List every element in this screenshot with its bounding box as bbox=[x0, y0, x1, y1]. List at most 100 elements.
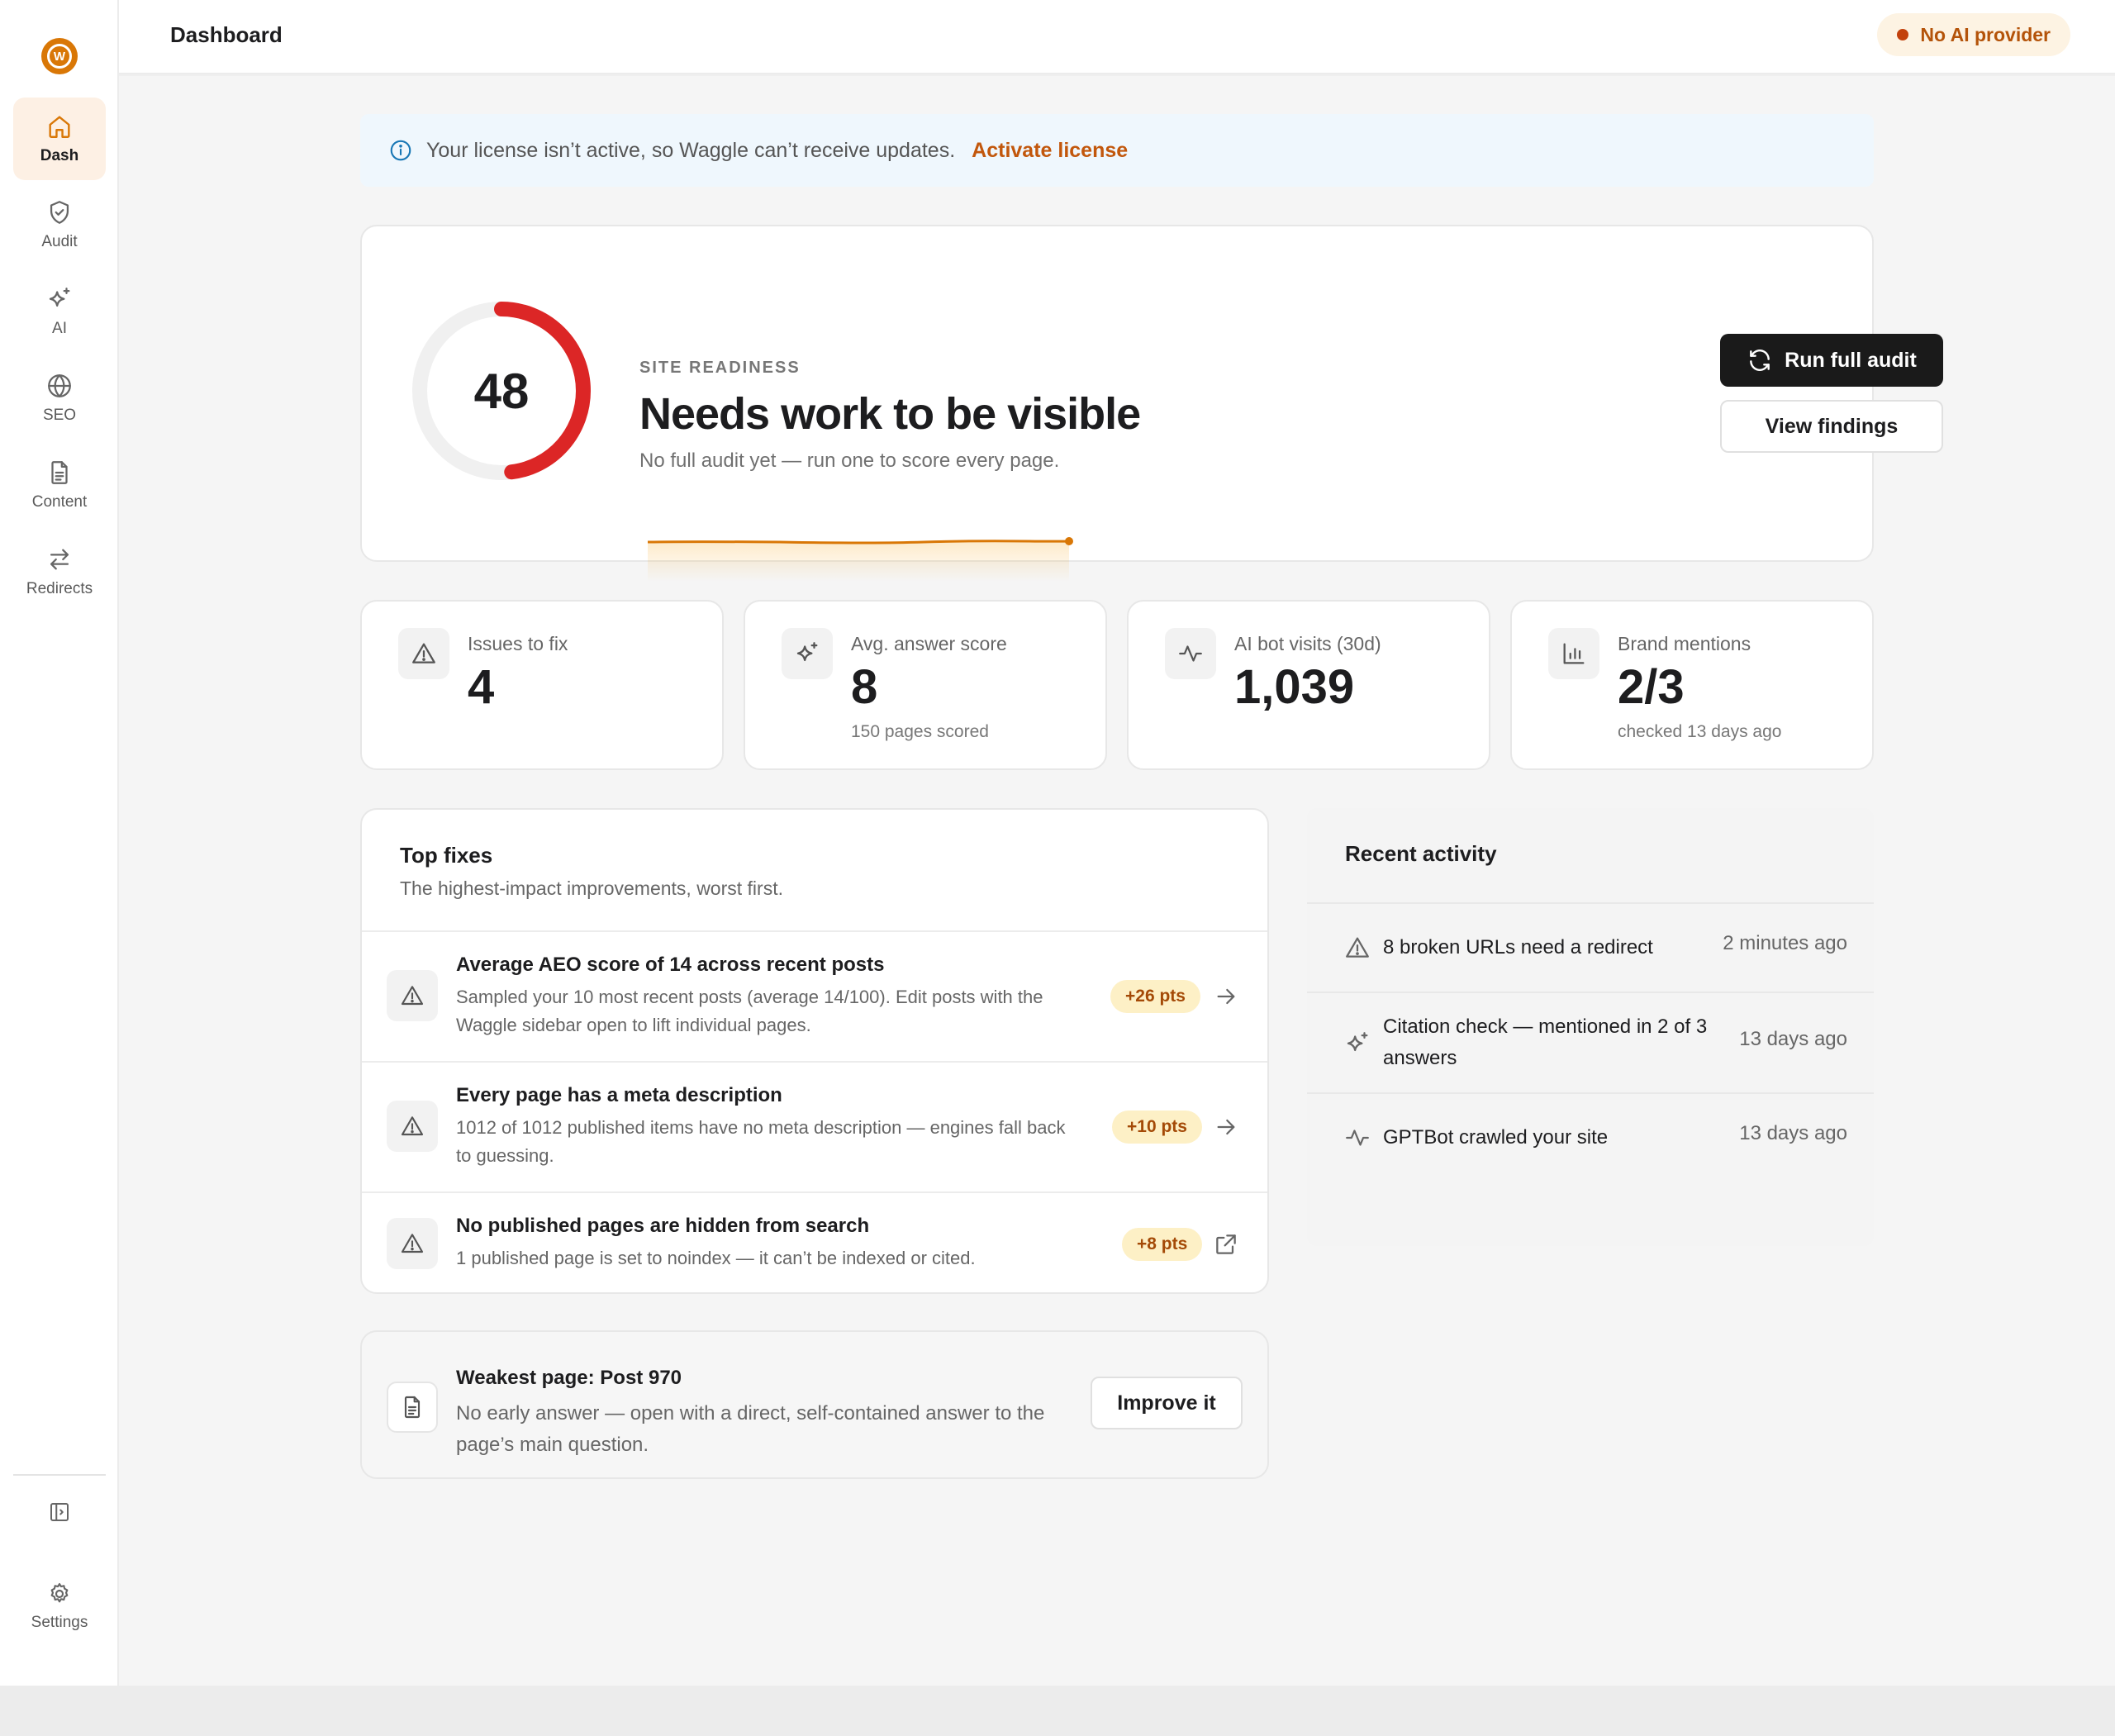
weakest-page-title: Weakest page: Post 970 bbox=[456, 1367, 682, 1389]
sidebar-divider bbox=[13, 1474, 106, 1476]
readiness-title: Needs work to be visible bbox=[639, 389, 1141, 439]
run-audit-label: Run full audit bbox=[1785, 348, 1917, 372]
stat-note: 150 pages scored bbox=[851, 722, 989, 741]
improve-it-button[interactable]: Improve it bbox=[1091, 1377, 1243, 1429]
document-icon bbox=[51, 461, 68, 484]
top-fixes-subtitle: The highest-impact improvements, worst f… bbox=[400, 878, 783, 899]
info-icon bbox=[390, 140, 411, 161]
fix-title: Every page has a meta description bbox=[456, 1084, 782, 1106]
site-readiness-card: 48 SITE READINESS Needs work to be visib… bbox=[360, 225, 1943, 582]
warning-icon bbox=[401, 1116, 424, 1136]
top-fixes-title: Top fixes bbox=[400, 843, 493, 868]
sidebar: W Dash Audit AI SEO Content Redirects Se… bbox=[0, 0, 119, 1686]
impact-points-badge: +10 pts bbox=[1112, 1111, 1202, 1144]
sparkles-icon bbox=[49, 288, 70, 307]
fix-description: 1 published page is set to noindex — it … bbox=[456, 1248, 976, 1268]
sparkline-end-point bbox=[1065, 537, 1073, 545]
readiness-score: 48 bbox=[473, 363, 530, 419]
recent-activity-title: Recent activity bbox=[1345, 841, 1497, 866]
activity-item: 8 broken URLs need a redirect 2 minutes … bbox=[1307, 902, 1874, 992]
sidebar-item-audit[interactable]: Audit bbox=[13, 183, 106, 266]
stat-card-issues: Issues to fix 4 bbox=[360, 600, 724, 770]
sidebar-item-label: Dash bbox=[40, 147, 79, 164]
ai-provider-status-badge[interactable]: No AI provider bbox=[1877, 13, 2070, 56]
external-link-icon[interactable] bbox=[1213, 1231, 1239, 1258]
sidebar-item-settings[interactable]: Settings bbox=[13, 1565, 106, 1648]
fix-item[interactable]: No published pages are hidden from searc… bbox=[362, 1191, 1267, 1292]
bar-chart-icon bbox=[1563, 643, 1585, 664]
sidebar-collapse-button[interactable] bbox=[13, 1482, 106, 1542]
arrows-swap-icon bbox=[50, 549, 69, 570]
main-content: Your license isn’t active, so Waggle can… bbox=[119, 76, 2115, 1686]
fix-title: No published pages are hidden from searc… bbox=[456, 1215, 870, 1237]
fix-description: Sampled your 10 most recent posts (avera… bbox=[456, 987, 1043, 1035]
warning-icon bbox=[1346, 937, 1369, 958]
stat-value: 4 bbox=[468, 660, 495, 714]
sidebar-item-label: AI bbox=[52, 320, 67, 337]
view-findings-button[interactable]: View findings bbox=[1720, 400, 1943, 453]
sparkles-icon bbox=[796, 642, 818, 662]
activity-time: 13 days ago bbox=[1739, 1028, 1847, 1050]
status-dot bbox=[1897, 29, 1909, 40]
sidebar-item-ai[interactable]: AI bbox=[13, 270, 106, 353]
weakest-page-description: No early answer — open with a direct, se… bbox=[456, 1402, 1045, 1456]
warning-icon bbox=[401, 986, 424, 1006]
activity-item: Citation check — mentioned in 2 of 3 ans… bbox=[1307, 992, 1874, 1092]
sidebar-item-dash[interactable]: Dash bbox=[13, 98, 106, 180]
sidebar-item-redirects[interactable]: Redirects bbox=[13, 530, 106, 613]
activity-time: 2 minutes ago bbox=[1723, 932, 1847, 954]
logo-letter: W bbox=[47, 44, 72, 69]
fix-item[interactable]: Every page has a meta description 1012 o… bbox=[362, 1061, 1267, 1191]
readiness-subtitle: No full audit yet — run one to score eve… bbox=[639, 449, 1060, 472]
impact-points-badge: +8 pts bbox=[1122, 1228, 1203, 1261]
waggle-logo[interactable]: W bbox=[41, 38, 78, 74]
sidebar-item-label: Redirects bbox=[26, 580, 93, 597]
activate-license-link[interactable]: Activate license bbox=[972, 139, 1128, 163]
stat-label: Issues to fix bbox=[468, 633, 568, 654]
globe-icon bbox=[48, 374, 71, 397]
sidebar-item-content[interactable]: Content bbox=[13, 444, 106, 526]
stat-label: Avg. answer score bbox=[851, 633, 1007, 654]
sparkline-area bbox=[648, 540, 1069, 582]
gear-icon bbox=[50, 1582, 69, 1603]
activity-text: 8 broken URLs need a redirect bbox=[1383, 936, 1653, 958]
stat-value: 2/3 bbox=[1618, 660, 1685, 714]
activity-icon bbox=[1346, 1130, 1369, 1146]
readiness-label: SITE READINESS bbox=[639, 359, 801, 377]
sidebar-item-label: Settings bbox=[31, 1614, 88, 1631]
sidebar-item-seo[interactable]: SEO bbox=[13, 357, 106, 440]
shield-check-icon bbox=[50, 201, 69, 224]
stat-label: Brand mentions bbox=[1618, 633, 1751, 654]
page-title: Dashboard bbox=[170, 22, 283, 47]
warning-icon bbox=[401, 1234, 424, 1253]
sidebar-item-label: Content bbox=[31, 493, 88, 511]
run-full-audit-button[interactable]: Run full audit bbox=[1720, 334, 1943, 387]
document-icon bbox=[404, 1396, 421, 1419]
refresh-icon bbox=[1750, 350, 1770, 371]
stat-card-answer-score: Avg. answer score 8 150 pages scored bbox=[744, 600, 1107, 770]
license-banner: Your license isn’t active, so Waggle can… bbox=[360, 114, 1874, 187]
fix-item[interactable]: Average AEO score of 14 across recent po… bbox=[362, 930, 1267, 1061]
stat-card-bot-visits: AI bot visits (30d) 1,039 bbox=[1127, 600, 1490, 770]
sidebar-item-label: SEO bbox=[42, 407, 77, 424]
stat-label: AI bot visits (30d) bbox=[1234, 633, 1381, 654]
readiness-sparkline bbox=[647, 537, 1073, 582]
license-message: Your license isn’t active, so Waggle can… bbox=[426, 138, 956, 162]
arrow-right-icon[interactable] bbox=[1213, 1114, 1239, 1140]
activity-text: Citation check — mentioned in 2 of 3 ans… bbox=[1383, 1015, 1708, 1069]
weakest-page-card: Weakest page: Post 970 No early answer —… bbox=[360, 1330, 1269, 1479]
stat-note: checked 13 days ago bbox=[1618, 722, 1782, 741]
impact-points-badge: +26 pts bbox=[1110, 980, 1200, 1013]
activity-text: GPTBot crawled your site bbox=[1383, 1126, 1609, 1149]
home-icon bbox=[49, 116, 70, 138]
provider-status-text: No AI provider bbox=[1920, 23, 2051, 45]
activity-item: GPTBot crawled your site 13 days ago bbox=[1307, 1092, 1874, 1182]
warning-icon bbox=[412, 643, 435, 663]
stat-card-brand-mentions: Brand mentions 2/3 checked 13 days ago bbox=[1510, 600, 1874, 770]
sparkles-icon bbox=[1347, 1032, 1368, 1052]
activity-time: 13 days ago bbox=[1739, 1122, 1847, 1144]
activity-icon bbox=[1179, 645, 1202, 662]
sidebar-item-label: Audit bbox=[41, 233, 78, 250]
arrow-right-icon[interactable] bbox=[1213, 983, 1239, 1010]
top-fixes-card: Top fixes The highest-impact improvement… bbox=[360, 808, 1269, 1294]
